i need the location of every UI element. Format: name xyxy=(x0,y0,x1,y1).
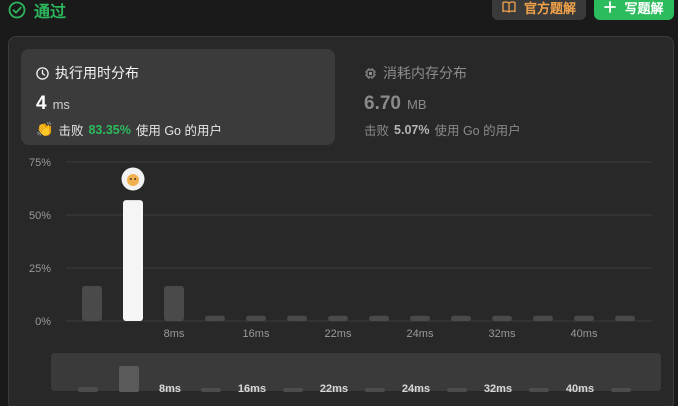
overview-tick-label: 16ms xyxy=(238,383,266,395)
chart-bar[interactable] xyxy=(164,286,184,321)
y-tick-label: 0% xyxy=(35,316,51,328)
overview-tick-label: 8ms xyxy=(159,383,181,395)
avatar-eye xyxy=(129,178,132,180)
overview-bar xyxy=(119,366,139,392)
x-tick-label: 40ms xyxy=(571,328,598,340)
avatar-eye xyxy=(134,178,137,180)
chart-bar[interactable] xyxy=(82,286,102,321)
runtime-distribution-chart: 75% 50% 25% 0% 8ms 16ms 22ms 24ms 32ms 40ms 8ms 16m… xyxy=(29,157,661,395)
x-tick-label: 8ms xyxy=(164,328,185,340)
y-tick-label: 75% xyxy=(29,157,51,169)
overview-tick-label: 32ms xyxy=(484,383,512,395)
chart-bar[interactable] xyxy=(205,315,225,321)
overview-bar xyxy=(447,388,467,392)
overview-bar xyxy=(611,388,631,392)
highlighted-bar[interactable] xyxy=(123,200,143,321)
overview-bar xyxy=(201,388,221,392)
overview-bar xyxy=(365,388,385,392)
x-tick-label: 22ms xyxy=(325,328,352,340)
chart-bar[interactable] xyxy=(246,315,266,321)
chart-bar[interactable] xyxy=(287,315,307,321)
overview-tick-label: 22ms xyxy=(320,383,348,395)
overview-bar xyxy=(78,387,98,392)
overview-tick-label: 24ms xyxy=(402,383,430,395)
chart-bar[interactable] xyxy=(492,315,512,321)
chart-bar[interactable] xyxy=(615,315,635,321)
x-tick-label: 16ms xyxy=(243,328,270,340)
chart-bar[interactable] xyxy=(533,315,553,321)
x-tick-label: 24ms xyxy=(407,328,434,340)
chart-bar[interactable] xyxy=(410,315,430,321)
y-tick-label: 50% xyxy=(29,210,51,222)
overview-bar xyxy=(529,388,549,392)
chart-bar[interactable] xyxy=(451,315,471,321)
chart-bar[interactable] xyxy=(328,315,348,321)
x-tick-label: 32ms xyxy=(489,328,516,340)
avatar-face xyxy=(127,174,139,186)
overview-tick-label: 40ms xyxy=(566,383,594,395)
chart-bar[interactable] xyxy=(369,315,389,321)
overview-bar xyxy=(283,388,303,392)
y-tick-label: 25% xyxy=(29,263,51,275)
chart-bar[interactable] xyxy=(574,315,594,321)
